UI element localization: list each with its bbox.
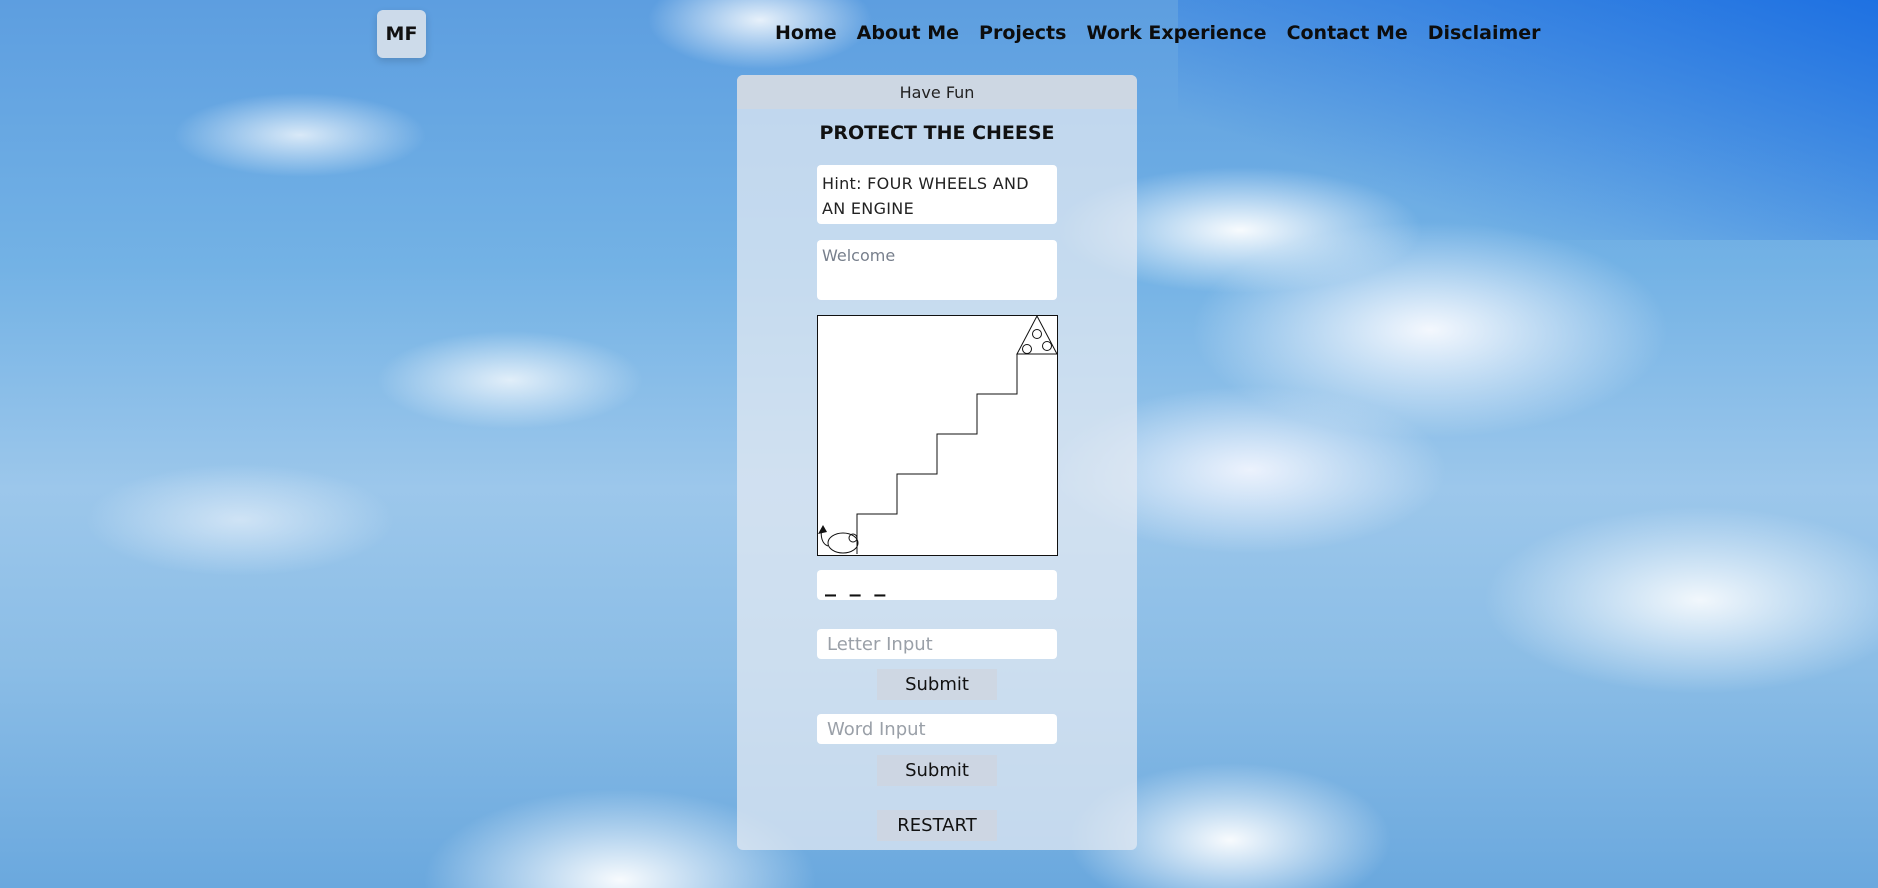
mouse-icon <box>818 525 859 554</box>
game-title: PROTECT THE CHEESE <box>819 122 1055 144</box>
panel-header: Have Fun <box>737 75 1137 109</box>
word-input[interactable] <box>817 714 1057 744</box>
nav-contact-me[interactable]: Contact Me <box>1287 22 1408 44</box>
nav-projects[interactable]: Projects <box>979 22 1066 44</box>
logo-button[interactable]: MF <box>377 10 426 58</box>
hint-box: Hint: FOUR WHEELS AND AN ENGINE <box>817 165 1057 224</box>
submit-letter-button[interactable]: Submit <box>877 669 997 700</box>
word-blanks: _ _ _ <box>817 570 1057 600</box>
cheese-icon <box>1016 314 1058 355</box>
submit-word-button[interactable]: Submit <box>877 755 997 786</box>
nav-disclaimer[interactable]: Disclaimer <box>1428 22 1541 44</box>
staircase <box>856 353 1057 554</box>
main-nav: Home About Me Projects Work Experience C… <box>775 22 1561 44</box>
game-canvas <box>817 314 1058 556</box>
message-box: Welcome <box>817 240 1057 300</box>
game-drawing <box>818 314 1058 554</box>
nav-home[interactable]: Home <box>775 22 837 44</box>
nav-work-experience[interactable]: Work Experience <box>1086 22 1266 44</box>
nav-about-me[interactable]: About Me <box>857 22 959 44</box>
letter-input[interactable] <box>817 629 1057 659</box>
game-panel: Have Fun PROTECT THE CHEESE Hint: FOUR W… <box>737 75 1137 850</box>
restart-button[interactable]: RESTART <box>877 810 997 841</box>
